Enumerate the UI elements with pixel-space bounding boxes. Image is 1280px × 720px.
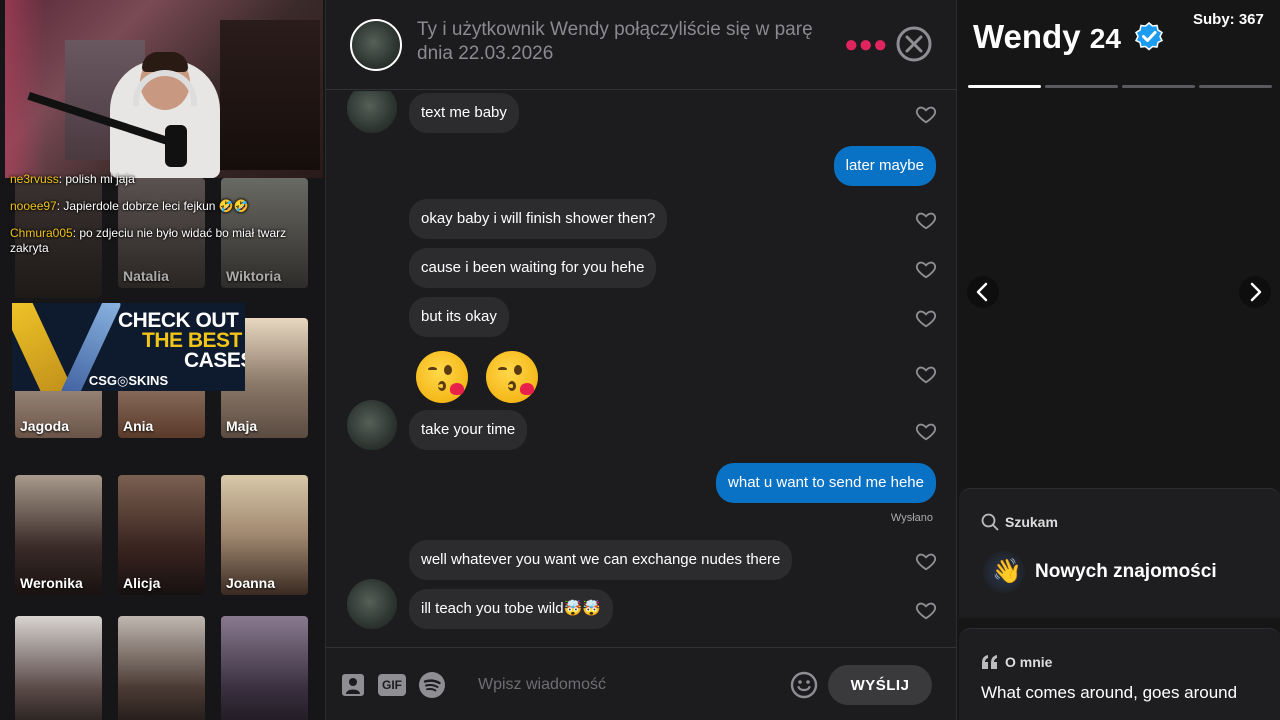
subscriber-count: Suby: 367 <box>1193 11 1264 28</box>
match-name: Alicja <box>123 575 161 591</box>
message-bubble-outgoing: what u want to send me hehe <box>716 463 936 503</box>
sender-avatar <box>347 400 397 450</box>
stream-chat: ne3rvuss: polish mi jaja nooee97: Japier… <box>10 172 310 268</box>
conversation-panel: Ty i użytkownik Wendy połączyliście się … <box>325 0 957 720</box>
message-bubble-outgoing: later maybe <box>833 146 936 186</box>
photo-progress-segment[interactable] <box>1199 85 1272 88</box>
about-me-section: O mnie What comes around, goes around <box>959 628 1280 720</box>
match-card[interactable]: Joanna <box>221 475 308 595</box>
chat-message: ne3rvuss: polish mi jaja <box>10 172 135 186</box>
promo-line-3: CASES <box>184 349 245 372</box>
match-card[interactable] <box>15 616 102 720</box>
chat-text: polish mi jaja <box>65 172 135 186</box>
heart-icon[interactable] <box>915 209 937 231</box>
heart-icon[interactable] <box>915 550 937 572</box>
stream-overlay: Natalia Wiktoria Jagoda Ania Maja Weroni… <box>0 0 325 720</box>
sent-status: Wysłano <box>890 512 933 524</box>
profile-age: 24 <box>1089 23 1121 54</box>
send-button[interactable]: WYŚLIJ <box>828 665 932 705</box>
message-bubble-incoming: ill teach you tobe wild🤯🤯 <box>409 589 613 629</box>
photo-progress-segment[interactable] <box>1122 85 1195 88</box>
chat-message: nooee97: Japierdole dobrze leci fejkun 🤣… <box>10 199 249 213</box>
message-composer: GIF WYŚLIJ <box>326 647 957 720</box>
next-photo-button[interactable] <box>1239 276 1271 308</box>
profile-photo[interactable] <box>957 92 1280 477</box>
chevron-right-icon <box>1250 282 1262 302</box>
match-card[interactable] <box>221 616 308 720</box>
match-avatar[interactable] <box>350 19 402 71</box>
heart-icon[interactable] <box>915 599 937 621</box>
conversation-header: Ty i użytkownik Wendy połączyliście się … <box>326 0 957 90</box>
message-bubble-incoming: okay baby i will finish shower then? <box>409 199 668 239</box>
chat-text: Japierdole dobrze leci fejkun 🤣🤣 <box>63 199 249 213</box>
prev-photo-button[interactable] <box>967 276 999 308</box>
verified-badge-icon <box>1135 22 1164 51</box>
match-name: Weronika <box>20 575 83 591</box>
promo-brand: CSG◎SKINS <box>88 373 169 388</box>
match-card[interactable] <box>118 616 205 720</box>
gif-button[interactable]: GIF <box>378 674 406 696</box>
about-me-text: What comes around, goes around <box>981 683 1238 702</box>
heart-icon[interactable] <box>915 103 937 125</box>
photo-progress <box>968 85 1272 89</box>
match-card[interactable]: Alicja <box>118 475 205 595</box>
message-input[interactable] <box>472 668 782 702</box>
profile-name-line: Wendy 24 <box>973 18 1164 56</box>
message-list[interactable]: text me baby later maybe okay baby i wil… <box>326 91 957 647</box>
match-name: Jagoda <box>20 418 70 434</box>
chat-message: Chmura005: po zdjeciu nie było widać bo … <box>10 226 287 255</box>
spotify-icon[interactable] <box>418 671 446 699</box>
message-bubble-incoming: well whatever you want we can exchange n… <box>409 540 793 580</box>
emoji-picker-icon[interactable] <box>790 671 818 699</box>
sender-avatar <box>347 579 397 629</box>
sponsor-banner[interactable]: CHECK OUT THE BEST CASES CSG◎SKINS <box>12 303 245 391</box>
chat-username: ne3rvuss <box>10 172 59 186</box>
sender-avatar <box>347 91 397 133</box>
match-info-text: Ty i użytkownik Wendy połączyliście się … <box>417 19 813 64</box>
profile-name: Wendy <box>973 18 1081 55</box>
photo-attach-icon[interactable] <box>340 672 366 698</box>
match-name: Wiktoria <box>226 268 282 284</box>
emoji-message: 😘 😘 <box>416 351 546 405</box>
close-icon[interactable] <box>896 26 932 62</box>
photo-progress-segment[interactable] <box>1045 85 1118 88</box>
more-options-icon[interactable]: ●●● <box>844 33 888 57</box>
about-me-label: O mnie <box>1005 654 1053 670</box>
waving-hand-icon: 👋 <box>983 551 1025 593</box>
looking-for-value: Nowych znajomości <box>1035 561 1217 582</box>
looking-for-section: Szukam 👋 Nowych znajomości <box>959 488 1280 618</box>
heart-icon[interactable] <box>915 307 937 329</box>
webcam-feed <box>5 0 323 178</box>
message-bubble-incoming: take your time <box>409 410 528 450</box>
heart-icon[interactable] <box>915 363 937 385</box>
looking-for-label: Szukam <box>1005 514 1058 530</box>
search-icon <box>981 513 999 531</box>
kissing-face-emoji <box>416 351 468 403</box>
match-name: Ania <box>123 418 154 434</box>
photo-progress-segment[interactable] <box>968 85 1041 88</box>
match-name: Maja <box>226 418 258 434</box>
chat-username: nooee97 <box>10 199 57 213</box>
heart-icon[interactable] <box>915 258 937 280</box>
match-name: Joanna <box>226 575 276 591</box>
looking-for-value-row: 👋 Nowych znajomości <box>983 551 1273 595</box>
quote-icon <box>982 655 997 669</box>
emoji-message-text: 😘 😘 <box>416 351 418 352</box>
message-bubble-incoming: but its okay <box>409 297 509 337</box>
chat-username: Chmura005 <box>10 226 73 240</box>
message-bubble-incoming: cause i been waiting for you hehe <box>409 248 657 288</box>
message-bubble-incoming: text me baby <box>409 93 519 133</box>
chevron-left-icon <box>976 282 988 302</box>
heart-icon[interactable] <box>915 420 937 442</box>
profile-panel: Wendy 24 Suby: 367 Szukam 👋 Nowych znajo… <box>956 0 1280 720</box>
kissing-face-emoji <box>486 351 538 403</box>
match-name: Natalia <box>123 268 169 284</box>
match-card[interactable]: Weronika <box>15 475 102 595</box>
